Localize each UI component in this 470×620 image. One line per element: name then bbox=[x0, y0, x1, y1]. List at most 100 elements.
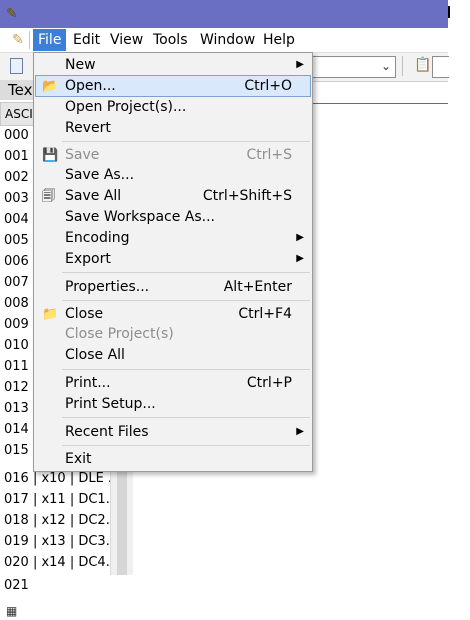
menu-item-label: Properties... bbox=[65, 279, 150, 295]
paste-icon[interactable]: 📋 bbox=[414, 57, 431, 73]
menu-item-export[interactable]: Export ▶ bbox=[36, 249, 310, 269]
menu-item-save-workspace[interactable]: Save Workspace As... bbox=[36, 207, 310, 227]
menu-item-properties[interactable]: Properties... Alt+Enter bbox=[36, 277, 310, 297]
menu-item-print[interactable]: Print... Ctrl+P bbox=[36, 373, 310, 393]
menu-item-label: New bbox=[65, 57, 96, 73]
submenu-arrow-icon: ▶ bbox=[296, 232, 304, 243]
menu-item-save-all[interactable]: 🗐 Save All Ctrl+Shift+S bbox=[36, 186, 310, 206]
menu-item-print-setup[interactable]: Print Setup... bbox=[36, 394, 310, 414]
list-item[interactable]: 008 bbox=[4, 294, 29, 314]
status-icon: ▦ bbox=[6, 604, 18, 618]
menu-separator bbox=[62, 417, 310, 418]
menu-separator bbox=[62, 445, 310, 446]
menu-edit[interactable]: Edit bbox=[68, 29, 105, 51]
menu-item-label: Encoding bbox=[65, 230, 130, 246]
list-item[interactable]: 003 bbox=[4, 189, 29, 209]
menu-item-close[interactable]: 📁 Close Ctrl+F4 bbox=[36, 304, 310, 324]
status-bar: ▦ bbox=[0, 590, 448, 620]
menu-view[interactable]: View bbox=[105, 29, 148, 51]
submenu-arrow-icon: ▶ bbox=[296, 59, 304, 70]
tab-underline bbox=[312, 103, 448, 104]
edge-marker bbox=[448, 6, 450, 18]
window-title-bar: ✎ bbox=[0, 0, 448, 28]
menu-separator bbox=[62, 141, 310, 142]
menu-item-label: Open Project(s)... bbox=[65, 99, 187, 115]
menu-item-label: Exit bbox=[65, 451, 92, 467]
menu-item-label: Print... bbox=[65, 375, 111, 391]
save-all-icon: 🗐 bbox=[42, 189, 55, 204]
menu-tools[interactable]: Tools bbox=[148, 29, 193, 51]
menubar-separator bbox=[29, 31, 30, 49]
list-item[interactable]: 012 bbox=[4, 378, 29, 398]
menu-item-label: Print Setup... bbox=[65, 396, 156, 412]
menu-item-label: Close Project(s) bbox=[65, 326, 174, 342]
menu-shortcut: Ctrl+P bbox=[246, 375, 292, 391]
list-item[interactable]: 000 bbox=[4, 126, 29, 146]
menu-item-open[interactable]: 📂 Open... Ctrl+O bbox=[35, 75, 311, 97]
list-item[interactable]: 014 bbox=[4, 420, 29, 440]
menu-item-open-project[interactable]: Open Project(s)... bbox=[36, 97, 310, 117]
list-item[interactable]: 010 bbox=[4, 336, 29, 356]
toolbar-separator bbox=[402, 56, 403, 76]
menu-shortcut: Ctrl+Shift+S bbox=[202, 188, 292, 204]
menu-item-save-as[interactable]: Save As... bbox=[36, 165, 310, 185]
menu-item-label: Revert bbox=[65, 120, 111, 136]
list-item[interactable]: 004 bbox=[4, 210, 29, 230]
menu-shortcut: Ctrl+F4 bbox=[238, 306, 292, 322]
list-item[interactable]: 009 bbox=[4, 315, 29, 335]
menu-item-label: Recent Files bbox=[65, 424, 149, 440]
close-folder-icon: 📁 bbox=[42, 307, 59, 322]
menu-item-encoding[interactable]: Encoding ▶ bbox=[36, 228, 310, 248]
menu-item-label: Export bbox=[65, 251, 111, 267]
menu-separator bbox=[62, 272, 310, 273]
app-icon: ✎ bbox=[6, 6, 18, 22]
menu-separator bbox=[62, 369, 310, 370]
list-item[interactable]: 015 bbox=[4, 441, 29, 461]
file-menu-dropdown: New ▶ 📂 Open... Ctrl+O Open Project(s)..… bbox=[33, 52, 313, 472]
menu-item-new[interactable]: New ▶ bbox=[36, 55, 310, 75]
menu-item-revert[interactable]: Revert bbox=[36, 118, 310, 138]
menu-file[interactable]: File bbox=[33, 29, 67, 51]
menu-item-label: Save bbox=[65, 147, 100, 163]
list-item[interactable]: 013 bbox=[4, 399, 29, 419]
menu-separator bbox=[62, 300, 310, 301]
menu-item-close-all[interactable]: Close All bbox=[36, 345, 310, 365]
list-item[interactable]: 005 bbox=[4, 231, 29, 251]
chevron-down-icon[interactable]: ⌄ bbox=[381, 59, 391, 73]
list-item[interactable]: 002 bbox=[4, 168, 29, 188]
menu-item-label: Save As... bbox=[65, 167, 135, 183]
submenu-arrow-icon: ▶ bbox=[296, 426, 304, 437]
menu-item-label: Close bbox=[65, 306, 104, 322]
menu-shortcut: Ctrl+O bbox=[244, 78, 292, 94]
menu-shortcut: Ctrl+S bbox=[246, 147, 292, 163]
menu-item-label: Save Workspace As... bbox=[65, 209, 216, 225]
menu-shortcut: Alt+Enter bbox=[223, 279, 292, 295]
menu-window[interactable]: Window bbox=[195, 29, 260, 51]
new-document-icon[interactable] bbox=[10, 58, 23, 74]
list-item[interactable]: 019 | x13 | DC3... bbox=[4, 532, 118, 552]
menu-item-label: Open... bbox=[65, 78, 116, 94]
menu-item-label: Close All bbox=[65, 347, 125, 363]
menu-item-recent-files[interactable]: Recent Files ▶ bbox=[36, 422, 310, 442]
open-folder-icon: 📂 bbox=[42, 79, 59, 94]
menu-item-save[interactable]: 💾 Save Ctrl+S bbox=[36, 145, 310, 165]
toolbar-combo[interactable]: ⌄ bbox=[310, 56, 396, 78]
submenu-arrow-icon: ▶ bbox=[296, 253, 304, 264]
toolbar-field[interactable] bbox=[432, 56, 449, 78]
menu-item-label: Save All bbox=[65, 188, 122, 204]
list-item[interactable]: 007 bbox=[4, 273, 29, 293]
list-item[interactable]: 020 | x14 | DC4... bbox=[4, 553, 118, 573]
list-item[interactable]: 016 | x10 | DLE ... bbox=[4, 469, 120, 489]
menu-item-close-project[interactable]: Close Project(s) bbox=[36, 324, 310, 344]
save-disk-icon: 💾 bbox=[42, 148, 59, 163]
list-item[interactable]: 011 bbox=[4, 357, 29, 377]
menu-bar: ✎ File Edit View Tools Window Help bbox=[0, 28, 448, 52]
list-item[interactable]: 018 | x12 | DC2... bbox=[4, 511, 118, 531]
list-item[interactable]: 006 bbox=[4, 252, 29, 272]
window-edge bbox=[448, 0, 470, 620]
menu-item-exit[interactable]: Exit bbox=[36, 449, 310, 469]
edit-icon[interactable]: ✎ bbox=[12, 32, 24, 48]
list-item[interactable]: 017 | x11 | DC1... bbox=[4, 490, 118, 510]
menu-help[interactable]: Help bbox=[258, 29, 300, 51]
list-item[interactable]: 001 bbox=[4, 147, 29, 167]
